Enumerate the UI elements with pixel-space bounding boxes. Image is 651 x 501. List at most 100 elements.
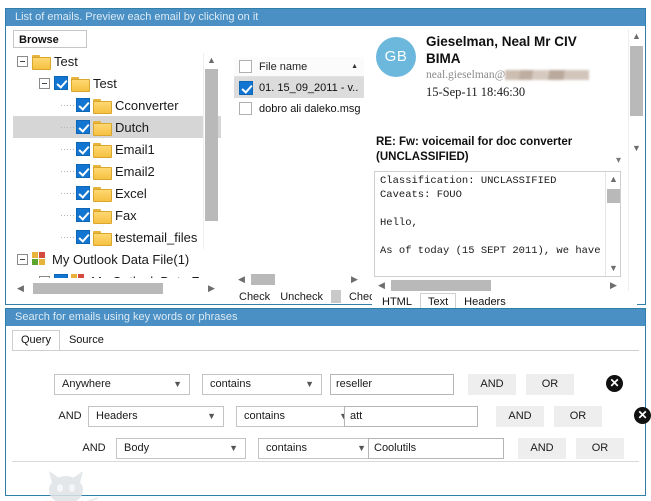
filelist-hscroll-thumb[interactable] bbox=[251, 274, 275, 285]
tree-row[interactable]: Email2 bbox=[13, 160, 221, 182]
query-or-button[interactable]: OR bbox=[554, 405, 602, 427]
body-scroll-thumb[interactable] bbox=[607, 189, 620, 203]
chevron-down-icon[interactable]: ▼ bbox=[229, 439, 238, 458]
delete-condition-icon[interactable]: ✕ bbox=[634, 407, 651, 424]
preview-scroll-down-icon[interactable]: ▼ bbox=[629, 141, 644, 156]
chevron-down-icon[interactable]: ▼ bbox=[305, 375, 314, 394]
filelist-scroll-right-icon[interactable]: ▶ bbox=[347, 272, 362, 287]
query-field-select[interactable]: Anywhere ▼ bbox=[54, 373, 190, 395]
filelist-horizontal-scrollbar[interactable]: ◀ ▶ bbox=[234, 272, 362, 287]
email-subject: RE: Fw: voicemail for doc converter (UNC… bbox=[376, 136, 573, 163]
sort-ascending-icon[interactable]: ▲ bbox=[351, 63, 358, 70]
tree-item-label: Fax bbox=[115, 207, 137, 223]
tree-item-label: My Outlook Data F bbox=[91, 274, 205, 279]
tree-hscroll-thumb[interactable] bbox=[33, 283, 163, 294]
tree-vertical-scrollbar[interactable]: ▲ bbox=[203, 53, 218, 249]
body-scroll-right-icon[interactable]: ▶ bbox=[606, 278, 621, 293]
tree-scroll-thumb[interactable] bbox=[205, 69, 218, 221]
query-field-select[interactable]: Headers ▼ bbox=[88, 405, 224, 427]
query-operator-select[interactable]: contains ▼ bbox=[258, 437, 374, 459]
body-scroll-down-icon[interactable]: ▼ bbox=[606, 261, 621, 276]
file-list-row[interactable]: dobro ali daleko.msg bbox=[234, 98, 364, 119]
tree-checkbox[interactable] bbox=[76, 186, 90, 200]
body-vertical-scrollbar[interactable]: ▲ ▼ bbox=[605, 172, 620, 276]
file-checkbox[interactable] bbox=[239, 80, 253, 95]
sender-name: Gieselman, Neal Mr CIV BIMA bbox=[426, 34, 577, 66]
chevron-down-icon[interactable]: ▼ bbox=[173, 375, 182, 394]
tree-connector-line bbox=[61, 126, 74, 128]
query-and-button[interactable]: AND bbox=[468, 373, 516, 395]
tree-row[interactable]: Test bbox=[13, 72, 221, 94]
tree-row[interactable]: Fax bbox=[13, 204, 221, 226]
tree-row[interactable]: Excel bbox=[13, 182, 221, 204]
tree-checkbox[interactable] bbox=[76, 120, 90, 134]
tree-expander-icon[interactable] bbox=[39, 77, 50, 89]
preview-vertical-scrollbar[interactable]: ▲ ▼ bbox=[628, 29, 643, 291]
tree-row[interactable]: Email1 bbox=[13, 138, 221, 160]
query-operator-value: contains bbox=[266, 441, 307, 454]
query-value-input[interactable]: reseller bbox=[330, 373, 454, 395]
folder-tree[interactable]: Test Test Cconverter Dutch Email1 Email2 Excel… bbox=[13, 50, 221, 278]
body-hscroll-thumb[interactable] bbox=[391, 280, 491, 291]
body-horizontal-scrollbar[interactable]: ◀ ▶ bbox=[374, 278, 621, 293]
file-list-row[interactable]: 01. 15_09_2011 - v.. bbox=[234, 77, 364, 98]
file-name-label: 01. 15_09_2011 - v.. bbox=[259, 81, 359, 94]
preview-scroll-up-icon[interactable]: ▲ bbox=[629, 29, 644, 44]
query-or-button[interactable]: OR bbox=[576, 437, 624, 459]
query-or-button[interactable]: OR bbox=[526, 373, 574, 395]
search-tab-source[interactable]: Source bbox=[60, 330, 113, 351]
file-checkbox[interactable] bbox=[239, 102, 252, 115]
tree-expander-icon[interactable] bbox=[39, 275, 50, 278]
filelist-scroll-left-icon[interactable]: ◀ bbox=[234, 272, 249, 287]
query-operator-select[interactable]: contains▼ bbox=[202, 373, 322, 395]
tree-row[interactable]: testemail_files bbox=[13, 226, 221, 248]
tree-horizontal-scrollbar[interactable]: ◀ ▶ bbox=[13, 281, 219, 296]
tree-checkbox[interactable] bbox=[76, 98, 90, 112]
query-and-button[interactable]: AND bbox=[518, 437, 566, 459]
query-and-button[interactable]: AND bbox=[496, 405, 544, 427]
tree-checkbox[interactable] bbox=[76, 208, 90, 222]
tree-row[interactable]: Dutch bbox=[13, 116, 221, 138]
tree-row[interactable]: Cconverter bbox=[13, 94, 221, 116]
tree-checkbox[interactable] bbox=[54, 274, 68, 278]
header-collapse-icon[interactable]: ▾ bbox=[616, 155, 621, 166]
check-button[interactable]: Check bbox=[234, 291, 275, 303]
browse-button[interactable]: Browse bbox=[13, 30, 87, 48]
tree-checkbox[interactable] bbox=[54, 76, 68, 90]
chevron-down-icon[interactable]: ▼ bbox=[207, 407, 216, 426]
tree-checkbox[interactable] bbox=[76, 164, 90, 178]
chevron-down-icon[interactable]: ▼ bbox=[357, 439, 366, 458]
tree-scroll-up-icon[interactable]: ▲ bbox=[204, 53, 219, 68]
tree-row[interactable]: My Outlook Data File(1) bbox=[13, 248, 221, 270]
file-list-actions: Check Uncheck Check bbox=[234, 290, 385, 303]
query-row: AND Headers ▼ contains▼att AND OR ✕ bbox=[6, 405, 651, 427]
tree-item-label: Test bbox=[54, 53, 78, 69]
tree-row[interactable]: My Outlook Data F⌄ bbox=[13, 270, 221, 278]
tree-scroll-right-icon[interactable]: ▶ bbox=[204, 281, 219, 296]
delete-condition-icon[interactable]: ✕ bbox=[606, 375, 623, 392]
file-list[interactable]: File name ▲ 01. 15_09_2011 - v.. dobro ali … bbox=[234, 57, 364, 269]
tree-overflow-chevron-icon[interactable]: ⌄ bbox=[205, 275, 214, 279]
tree-expander-icon[interactable] bbox=[17, 55, 28, 67]
file-list-header[interactable]: File name ▲ bbox=[234, 57, 364, 77]
tree-expander-icon[interactable] bbox=[17, 253, 28, 265]
uncheck-button[interactable]: Uncheck bbox=[275, 291, 328, 303]
search-tab-underline bbox=[12, 350, 639, 351]
body-scroll-up-icon[interactable]: ▲ bbox=[606, 172, 621, 187]
query-value-input[interactable]: Coolutils bbox=[368, 437, 504, 459]
folder-icon bbox=[93, 142, 112, 158]
tree-scroll-left-icon[interactable]: ◀ bbox=[13, 281, 28, 296]
query-field-select[interactable]: Body ▼ bbox=[116, 437, 246, 459]
search-tab-query[interactable]: Query bbox=[12, 330, 60, 351]
avatar: GB bbox=[376, 37, 416, 77]
preview-scroll-thumb[interactable] bbox=[630, 46, 643, 116]
query-operator-select[interactable]: contains▼ bbox=[236, 405, 356, 427]
tree-checkbox[interactable] bbox=[76, 230, 90, 244]
tree-checkbox[interactable] bbox=[76, 142, 90, 156]
query-value-input[interactable]: att bbox=[344, 405, 478, 427]
tree-row[interactable]: Test bbox=[13, 50, 221, 72]
tree-item-label: My Outlook Data File(1) bbox=[52, 251, 190, 267]
folder-icon bbox=[32, 54, 51, 70]
body-scroll-left-icon[interactable]: ◀ bbox=[374, 278, 389, 293]
select-all-checkbox[interactable] bbox=[239, 60, 252, 73]
